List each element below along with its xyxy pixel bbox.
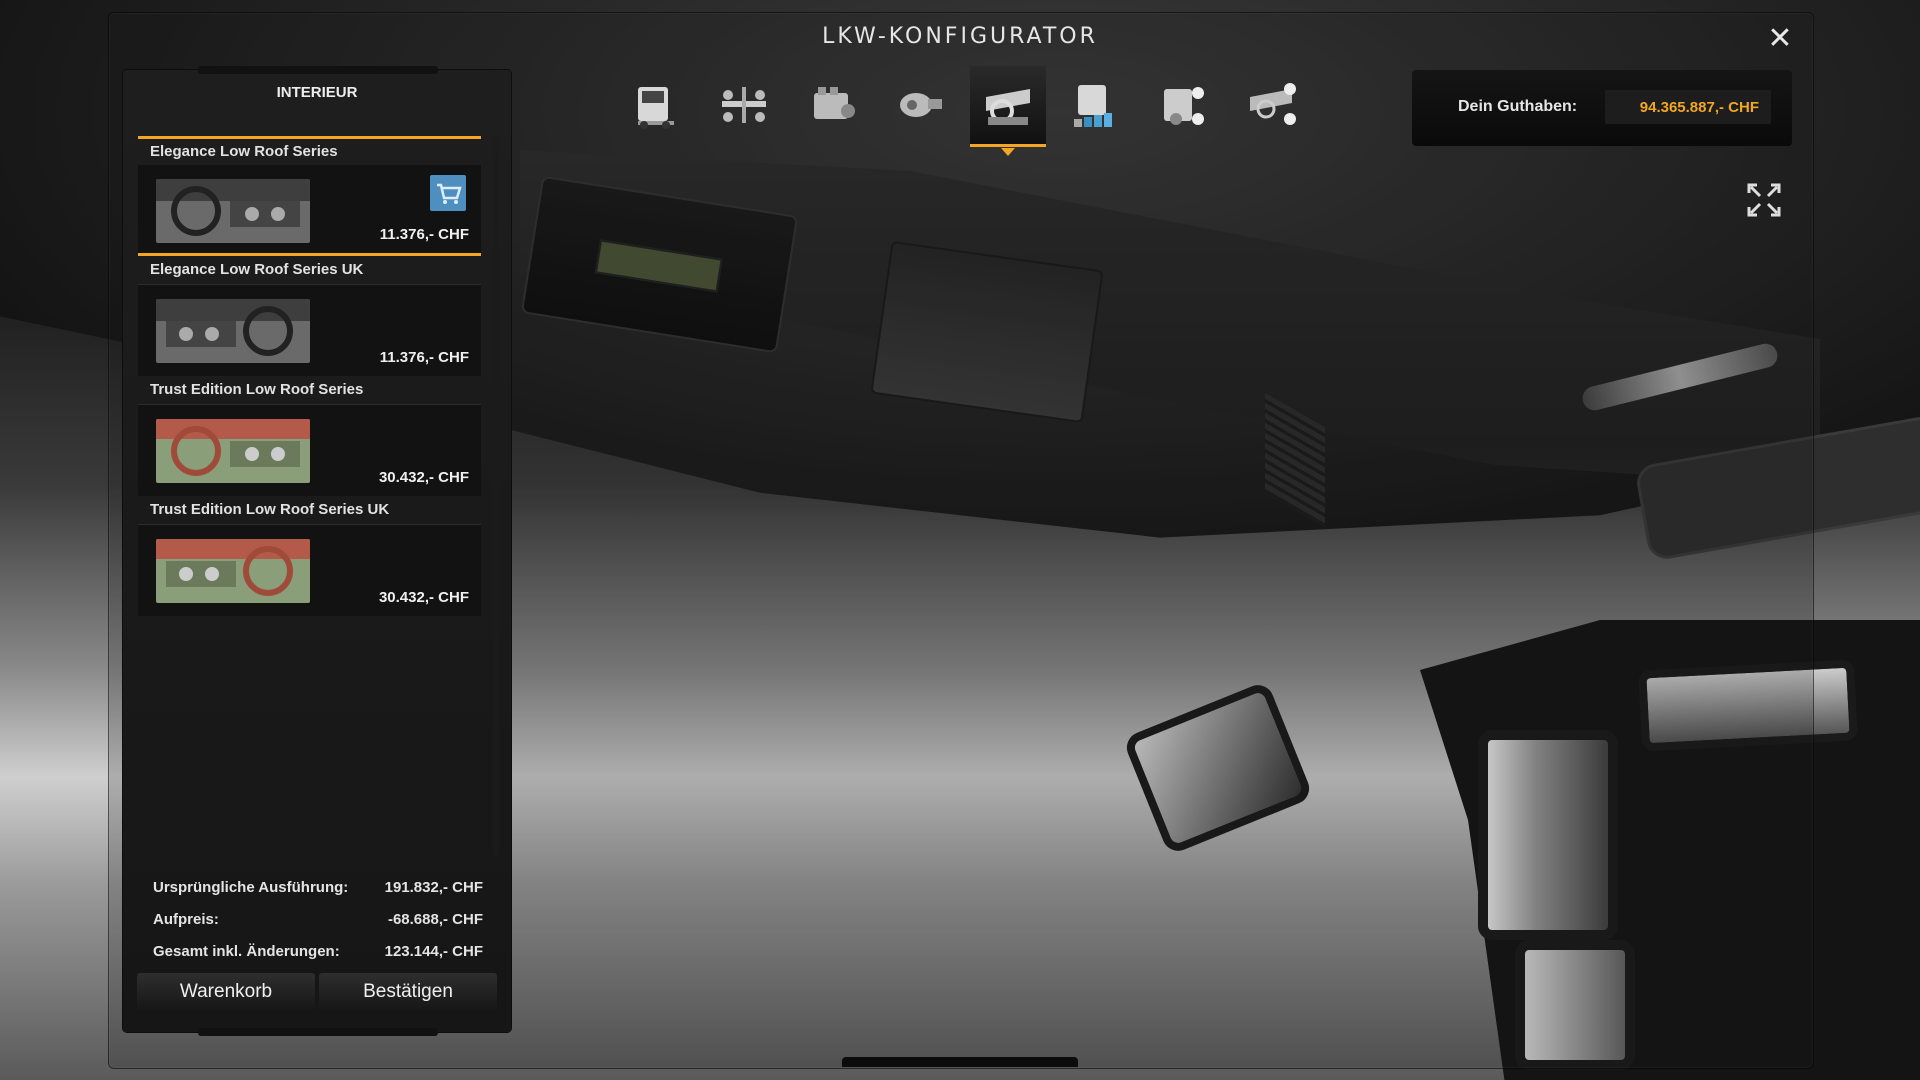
item-body: 11.376,- CHF [138, 285, 481, 376]
original-config-label: Ursprüngliche Ausführung: [153, 879, 349, 896]
balance-panel: Dein Guthaben: 94.365.887,- CHF [1412, 70, 1792, 146]
original-config-row: Ursprüngliche Ausführung: 191.832,- CHF [153, 872, 483, 904]
tab-truck[interactable] [618, 66, 694, 144]
tab-interior[interactable] [970, 66, 1046, 156]
dashboard-thumbnail [156, 299, 310, 363]
window-title: LKW-KONFIGURATOR [822, 24, 1098, 49]
item-name: Elegance Low Roof Series UK [138, 256, 481, 285]
item-body: 30.432,- CHF [138, 525, 481, 616]
tab-transmission[interactable] [882, 66, 958, 144]
accessories-icon [1164, 87, 1204, 125]
balance-label: Dein Guthaben: [1458, 98, 1578, 115]
balance-value-box: 94.365.887,- CHF [1605, 90, 1771, 124]
cart-button[interactable]: Warenkorb [137, 973, 315, 1011]
surcharge-row: Aufpreis: -68.688,- CHF [153, 904, 483, 936]
item-price: 30.432,- CHF [378, 469, 469, 486]
fullscreen-icon[interactable] [1747, 183, 1781, 217]
item-price: 30.432,- CHF [378, 589, 469, 606]
action-buttons: Warenkorb Bestätigen [137, 973, 497, 1011]
panel-top-tab [198, 66, 438, 74]
interior-icon [986, 89, 1030, 125]
interior-accessories-icon [1250, 83, 1296, 125]
category-toolbar [618, 66, 1310, 156]
surcharge-value: -68.688,- CHF [387, 911, 483, 928]
close-icon[interactable]: ✕ [1764, 24, 1796, 56]
confirm-button[interactable]: Bestätigen [319, 973, 497, 1011]
tab-chassis[interactable] [706, 66, 782, 144]
item-name: Trust Edition Low Roof Series UK [138, 496, 481, 525]
cart-icon[interactable] [430, 175, 466, 211]
list-scrollbar[interactable] [493, 136, 499, 856]
panel-title: INTERIEUR [276, 84, 358, 101]
interior-option-list: Elegance Low Roof Series 11.376,- CHF El… [138, 136, 481, 616]
item-body: 30.432,- CHF [138, 405, 481, 496]
tab-engine[interactable] [794, 66, 870, 144]
list-item[interactable]: Trust Edition Low Roof Series 30.432,- C… [138, 376, 481, 496]
panel-bottom-tab [198, 1028, 438, 1036]
item-price: 11.376,- CHF [379, 226, 469, 243]
window-bottom-tab [842, 1057, 1078, 1067]
list-item[interactable]: Trust Edition Low Roof Series UK 30.432,… [138, 496, 481, 616]
list-item[interactable]: Elegance Low Roof Series UK 11.376,- CHF [138, 256, 481, 376]
total-label: Gesamt inkl. Änderungen: [153, 943, 340, 960]
dashboard-thumbnail [156, 179, 310, 243]
transmission-icon [900, 93, 942, 117]
original-config-value: 191.832,- CHF [384, 879, 483, 896]
chassis-icon [722, 87, 766, 123]
price-summary: Ursprüngliche Ausführung: 191.832,- CHF … [153, 872, 483, 968]
tab-accessories[interactable] [1146, 66, 1222, 144]
dashboard-thumbnail [156, 539, 310, 603]
item-price: 11.376,- CHF [379, 349, 469, 366]
paint-icon [1074, 85, 1112, 127]
tab-paint[interactable] [1058, 66, 1134, 144]
balance-value: 94.365.887,- CHF [1639, 99, 1759, 116]
list-item[interactable]: Elegance Low Roof Series 11.376,- CHF [138, 136, 481, 256]
item-body: 11.376,- CHF [138, 165, 481, 256]
surcharge-label: Aufpreis: [153, 911, 219, 928]
total-row: Gesamt inkl. Änderungen: 123.144,- CHF [153, 936, 483, 968]
total-value: 123.144,- CHF [384, 943, 483, 960]
item-name: Trust Edition Low Roof Series [138, 376, 481, 405]
tab-interior-accessories[interactable] [1234, 66, 1310, 144]
truck-icon [638, 87, 674, 129]
dashboard-thumbnail [156, 419, 310, 483]
interior-panel: INTERIEUR Elegance Low Roof Series 11.37… [123, 66, 511, 1036]
engine-icon [814, 87, 855, 119]
item-name: Elegance Low Roof Series [138, 136, 481, 165]
